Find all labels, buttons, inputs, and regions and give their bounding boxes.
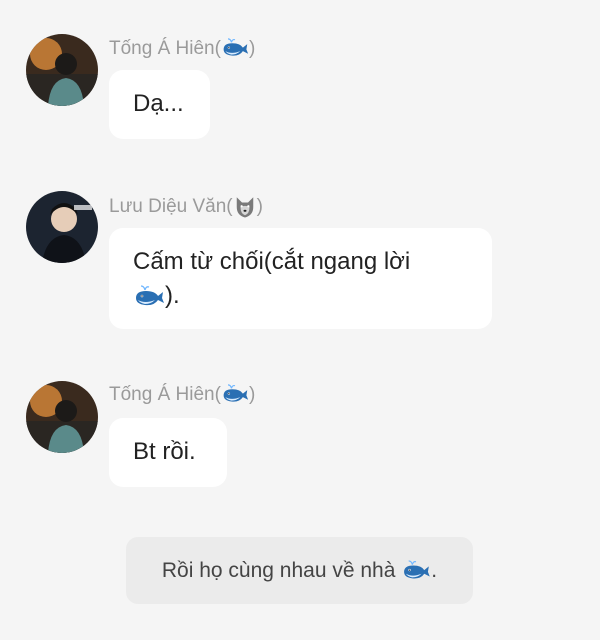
wolf-icon xyxy=(233,195,257,219)
whale-icon xyxy=(133,285,165,309)
message-bubble[interactable]: Dạ... xyxy=(109,70,210,139)
message-text: Dạ... xyxy=(133,90,184,117)
avatar[interactable] xyxy=(26,34,98,106)
sender-name: Lưu Diệu Văn() xyxy=(109,195,263,219)
whale-icon xyxy=(221,38,249,59)
whale-icon xyxy=(401,560,431,582)
sender-name: Tống Á Hiên() xyxy=(109,384,256,405)
message-bubble[interactable]: Bt rồi. xyxy=(109,418,227,487)
message-text: ). xyxy=(133,279,492,313)
sender-name: Tống Á Hiên() xyxy=(109,38,256,59)
narration-box: Rồi họ cùng nhau về nhà . xyxy=(126,537,473,604)
avatar[interactable] xyxy=(26,381,98,453)
message-text: Bt rồi. xyxy=(133,438,196,465)
narration-suffix: . xyxy=(431,558,438,582)
avatar[interactable] xyxy=(26,191,98,263)
whale-icon xyxy=(221,384,249,405)
message-text: Cấm từ chối(cắt ngang lời xyxy=(133,248,411,275)
narration-text: Rồi họ cùng nhau về nhà xyxy=(161,558,396,582)
message-bubble[interactable]: Cấm từ chối(cắt ngang lời ). xyxy=(109,228,492,329)
